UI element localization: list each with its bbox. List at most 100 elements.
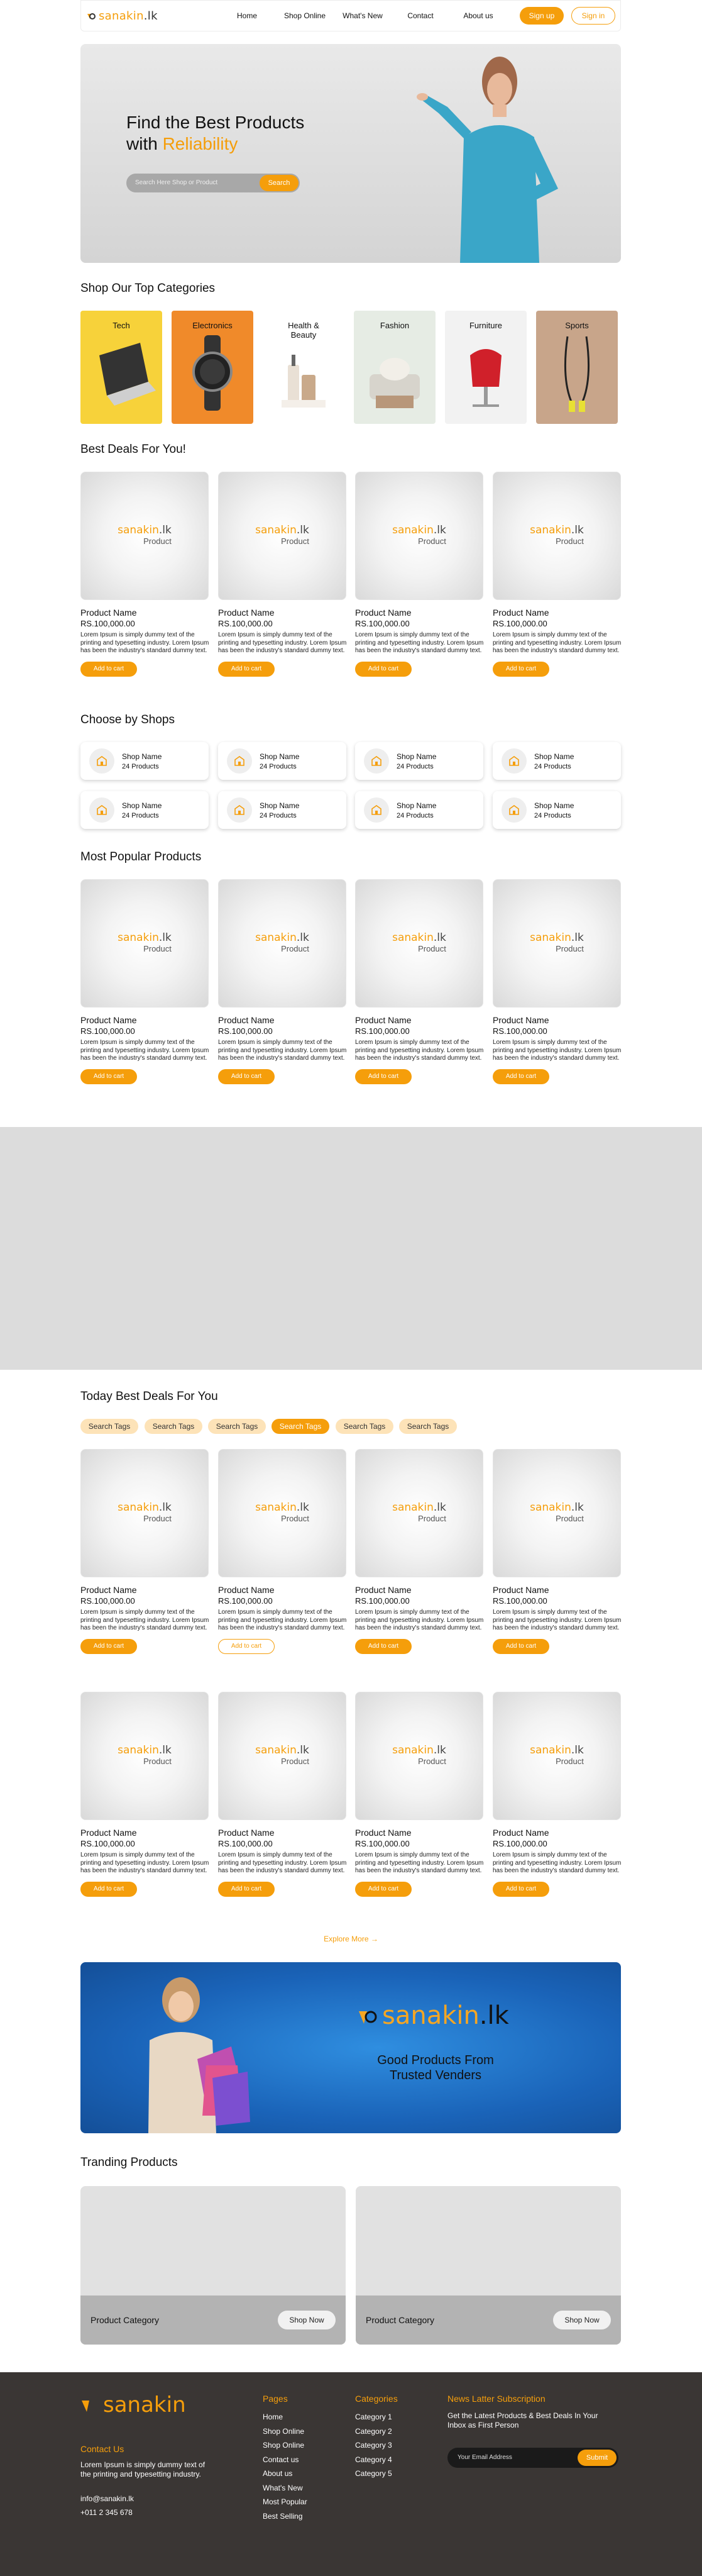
nav-whats-new[interactable]: What's New [334,11,392,20]
submit-button[interactable]: Submit [578,2450,617,2466]
nav-contact[interactable]: Contact [392,11,449,20]
shop-card[interactable]: Shop Name 24 Products [80,742,209,780]
add-to-cart-button[interactable]: Add to cart [493,1881,549,1897]
search-tag[interactable]: Search Tags [336,1419,393,1434]
add-to-cart-button[interactable]: Add to cart [493,1069,549,1084]
product-name[interactable]: Product Name [493,1828,622,1838]
add-to-cart-button-outline[interactable]: Add to cart [218,1638,275,1654]
product-image[interactable]: sanakin.lk Product [355,472,483,600]
product-name[interactable]: Product Name [80,1015,210,1025]
product-image[interactable]: sanakin.lk Product [218,1449,346,1577]
add-to-cart-button[interactable]: Add to cart [80,661,137,677]
nav-shop-online[interactable]: Shop Online [276,11,334,20]
product-image[interactable]: sanakin.lk Product [355,1692,483,1820]
shop-card[interactable]: Shop Name 24 Products [218,742,346,780]
shop-card[interactable]: Shop Name 24 Products [493,791,621,829]
signin-button[interactable]: Sign in [571,7,615,25]
product-name[interactable]: Product Name [493,1015,622,1025]
footer-link[interactable]: What's New [263,2481,307,2496]
nav-home[interactable]: Home [218,11,276,20]
product-image[interactable]: sanakin.lk Product [80,472,209,600]
shop-card[interactable]: Shop Name 24 Products [493,742,621,780]
contact-email[interactable]: info@sanakin.lk [80,2494,134,2503]
search-tag[interactable]: Search Tags [208,1419,266,1434]
product-name[interactable]: Product Name [218,1828,348,1838]
footer-link[interactable]: Home [263,2410,307,2424]
shop-now-button[interactable]: Shop Now [278,2311,336,2329]
product-image[interactable]: sanakin.lk Product [355,1449,483,1577]
category-tech[interactable]: Tech [80,311,162,424]
product-name[interactable]: Product Name [218,608,348,618]
shop-card[interactable]: Shop Name 24 Products [218,791,346,829]
product-image[interactable]: sanakin.lk Product [80,1449,209,1577]
signup-button[interactable]: Sign up [520,7,564,25]
search-tag[interactable]: Search Tags [80,1419,138,1434]
email-input[interactable]: Your Email Address [458,2454,512,2461]
nav-about-us[interactable]: About us [449,11,507,20]
shop-card[interactable]: Shop Name 24 Products [80,791,209,829]
add-to-cart-button[interactable]: Add to cart [355,1881,412,1897]
product-name[interactable]: Product Name [355,608,485,618]
shop-now-button[interactable]: Shop Now [553,2311,611,2329]
promo-banner[interactable]: sanakin.lk Good Products From Trusted Ven… [80,1962,621,2133]
explore-more-link[interactable]: Explore More → [0,1935,702,1943]
product-image[interactable]: sanakin.lk Product [493,1449,621,1577]
product-name[interactable]: Product Name [80,608,210,618]
product-name[interactable]: Product Name [493,1585,622,1595]
add-to-cart-button[interactable]: Add to cart [355,1638,412,1654]
product-name[interactable]: Product Name [218,1015,348,1025]
product-image[interactable]: sanakin.lk Product [218,879,346,1008]
product-image[interactable]: sanakin.lk Product [493,1692,621,1820]
shop-card[interactable]: Shop Name 24 Products [355,742,483,780]
product-name[interactable]: Product Name [355,1828,485,1838]
product-image[interactable]: sanakin.lk Product [355,879,483,1008]
add-to-cart-button[interactable]: Add to cart [493,1638,549,1654]
category-fashion[interactable]: Fashion [354,311,436,424]
footer-link[interactable]: About us [263,2467,307,2481]
product-image[interactable]: sanakin.lk Product [493,879,621,1008]
site-logo[interactable]: sanakin.lk [86,9,218,23]
footer-category-link[interactable]: Category 1 [355,2410,392,2424]
add-to-cart-button[interactable]: Add to cart [218,661,275,677]
trending-card[interactable]: Product Category Shop Now [356,2186,621,2345]
add-to-cart-button[interactable]: Add to cart [218,1069,275,1084]
product-name[interactable]: Product Name [493,608,622,618]
add-to-cart-button[interactable]: Add to cart [80,1638,137,1654]
search-button[interactable]: Search [260,175,299,191]
footer-link[interactable]: Most Popular [263,2495,307,2509]
product-image[interactable]: sanakin.lk Product [80,1692,209,1820]
search-tag-active[interactable]: Search Tags [271,1419,329,1434]
add-to-cart-button[interactable]: Add to cart [355,661,412,677]
product-image[interactable]: sanakin.lk Product [218,1692,346,1820]
add-to-cart-button[interactable]: Add to cart [80,1069,137,1084]
footer-link[interactable]: Best Selling [263,2509,307,2524]
add-to-cart-button[interactable]: Add to cart [218,1881,275,1897]
footer-link[interactable]: Shop Online [263,2424,307,2439]
product-image[interactable]: sanakin.lk Product [80,879,209,1008]
product-name[interactable]: Product Name [355,1585,485,1595]
footer-category-link[interactable]: Category 4 [355,2453,392,2467]
product-name[interactable]: Product Name [355,1015,485,1025]
category-health-beauty[interactable]: Health & Beauty [263,311,344,424]
add-to-cart-button[interactable]: Add to cart [355,1069,412,1084]
footer-category-link[interactable]: Category 2 [355,2424,392,2439]
shop-card[interactable]: Shop Name 24 Products [355,791,483,829]
category-electronics[interactable]: Electronics [172,311,253,424]
search-input[interactable]: Search Here Shop or Product [135,179,217,186]
add-to-cart-button[interactable]: Add to cart [493,661,549,677]
footer-link[interactable]: Contact us [263,2453,307,2467]
trending-card[interactable]: Product Category Shop Now [80,2186,346,2345]
product-image[interactable]: sanakin.lk Product [218,472,346,600]
category-sports[interactable]: Sports [536,311,618,424]
search-tag[interactable]: Search Tags [145,1419,202,1434]
product-image[interactable]: sanakin.lk Product [493,472,621,600]
footer-link[interactable]: Shop Online [263,2438,307,2453]
footer-category-link[interactable]: Category 5 [355,2467,392,2481]
category-furniture[interactable]: Furniture [445,311,527,424]
product-name[interactable]: Product Name [80,1585,210,1595]
footer-category-link[interactable]: Category 3 [355,2438,392,2453]
search-tag[interactable]: Search Tags [399,1419,457,1434]
product-name[interactable]: Product Name [80,1828,210,1838]
product-name[interactable]: Product Name [218,1585,348,1595]
add-to-cart-button[interactable]: Add to cart [80,1881,137,1897]
